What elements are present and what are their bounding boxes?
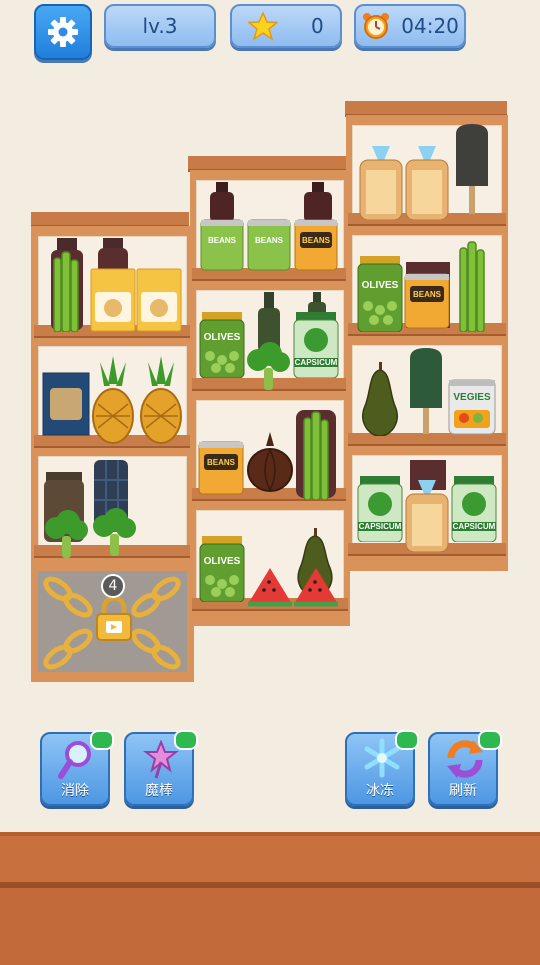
bottle-item[interactable] xyxy=(208,182,236,222)
popsicle-item[interactable] xyxy=(452,124,492,214)
asparagus-item[interactable] xyxy=(456,240,490,332)
clear-powerup-button[interactable]: 消除 xyxy=(40,730,114,806)
level-text: lv.3 xyxy=(142,14,178,38)
pear-item[interactable] xyxy=(356,362,404,436)
olives-jar-item[interactable]: OLIVES xyxy=(356,256,404,333)
onion-item[interactable] xyxy=(246,432,294,492)
watermelon-item[interactable] xyxy=(246,566,294,608)
bread-item[interactable] xyxy=(404,480,450,552)
floor-base xyxy=(0,882,540,965)
freeze-powerup-button[interactable]: 冰冻 xyxy=(345,730,419,806)
star-count: 0 xyxy=(310,14,324,38)
olives-jar-item[interactable]: OLIVES xyxy=(198,536,246,603)
star-icon xyxy=(248,11,279,41)
video-ad-icon xyxy=(174,730,198,750)
cereal-box-item[interactable] xyxy=(136,268,182,332)
broccoli-item[interactable] xyxy=(244,342,294,390)
star-counter: 0 xyxy=(230,4,342,48)
pineapple-item[interactable] xyxy=(90,356,136,444)
bean-can-item[interactable]: BEANS xyxy=(247,218,291,272)
timer: 04:20 xyxy=(354,4,466,48)
bean-can-item[interactable]: BEANS xyxy=(198,440,244,496)
bean-can-item[interactable]: BEANS xyxy=(294,218,338,272)
bread-item[interactable] xyxy=(358,146,404,220)
popsicle-item[interactable] xyxy=(406,348,446,434)
olives-jar-item[interactable]: OLIVES xyxy=(198,312,246,379)
broccoli-item[interactable] xyxy=(90,508,138,556)
broccoli-item[interactable] xyxy=(42,510,90,558)
cereal-box-item[interactable] xyxy=(90,268,136,332)
padlock-icon xyxy=(96,596,132,641)
level-indicator: lv.3 xyxy=(104,4,216,48)
vegies-can-item[interactable]: VEGIES xyxy=(448,378,496,436)
gear-icon xyxy=(48,17,78,47)
video-ad-icon xyxy=(478,730,502,750)
bean-can-item[interactable]: BEANS xyxy=(200,218,244,272)
refresh-powerup-button[interactable]: 刷新 xyxy=(428,730,502,806)
wand-powerup-button[interactable]: 魔棒 xyxy=(124,730,198,806)
timer-text: 04:20 xyxy=(401,14,459,38)
capsicum-jar-item[interactable]: CAPSICUM xyxy=(356,476,404,543)
pineapple-item[interactable] xyxy=(138,356,184,444)
lock-counter: 4 xyxy=(101,574,125,598)
settings-button[interactable] xyxy=(34,4,92,60)
asparagus-item[interactable] xyxy=(300,410,334,500)
magnifier-icon xyxy=(58,741,91,779)
video-ad-icon xyxy=(395,730,419,750)
asparagus-item[interactable] xyxy=(50,250,84,332)
bottle-item[interactable] xyxy=(302,182,334,222)
video-ad-icon xyxy=(90,730,114,750)
capsicum-jar-item[interactable]: CAPSICUM xyxy=(292,312,340,379)
alarm-clock-icon xyxy=(363,13,390,39)
pasta-box-item[interactable] xyxy=(42,372,90,436)
capsicum-jar-item[interactable]: CAPSICUM xyxy=(450,476,498,543)
watermelon-item[interactable] xyxy=(292,566,340,608)
floor-strip xyxy=(0,832,540,886)
bean-can-item[interactable]: BEANS xyxy=(404,272,450,330)
bread-item[interactable] xyxy=(404,146,450,220)
